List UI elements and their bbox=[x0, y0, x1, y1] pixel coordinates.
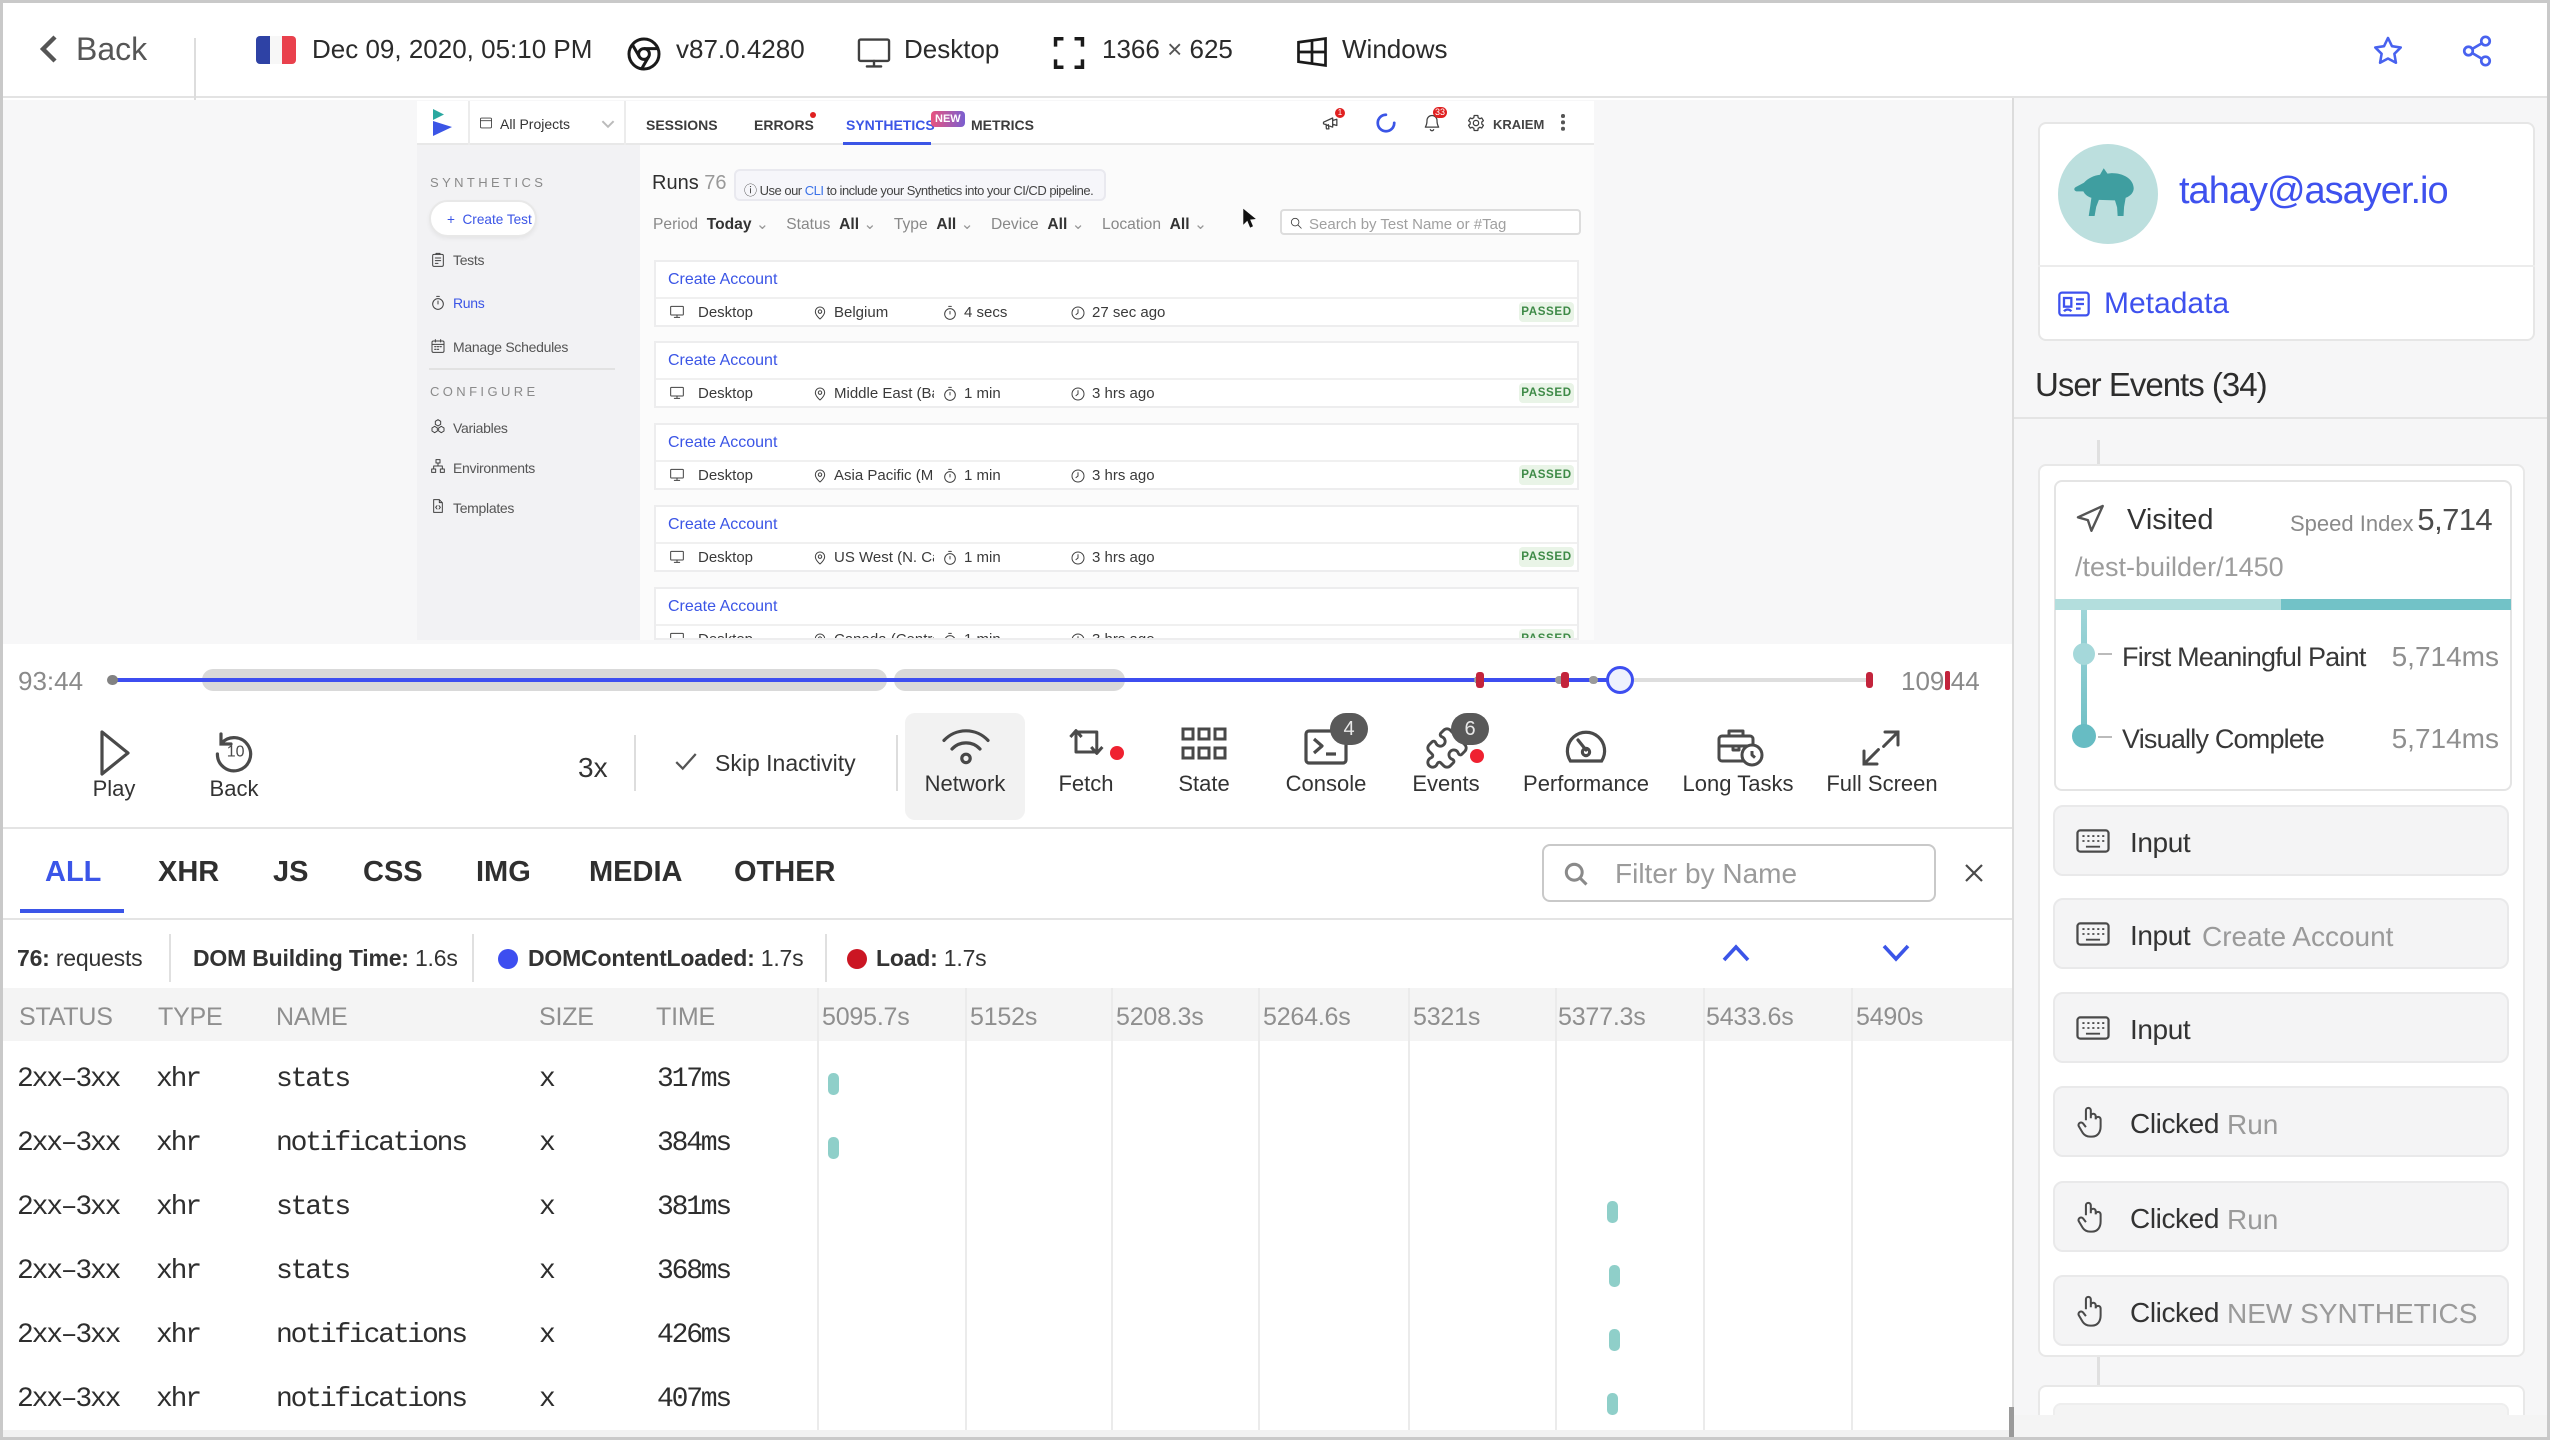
svg-text:10: 10 bbox=[227, 743, 245, 760]
